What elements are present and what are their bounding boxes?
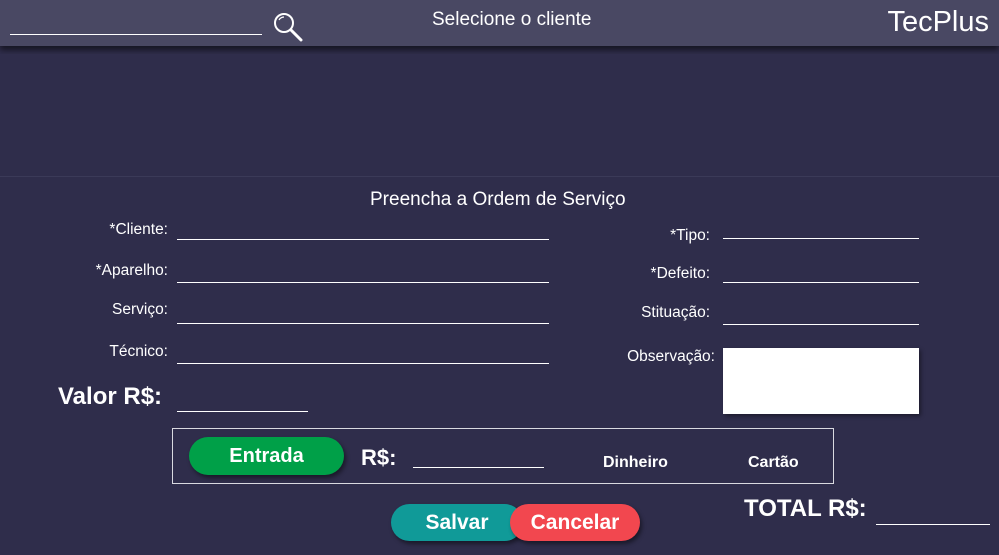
- value-field[interactable]: [177, 411, 308, 412]
- client-search-input[interactable]: [10, 34, 262, 35]
- total-field[interactable]: [876, 524, 990, 525]
- save-button[interactable]: Salvar: [391, 504, 523, 541]
- defect-field[interactable]: [723, 282, 919, 283]
- value-label: Valor R$:: [58, 383, 163, 410]
- cancel-button[interactable]: Cancelar: [510, 504, 640, 541]
- type-field[interactable]: [723, 238, 919, 239]
- observation-field[interactable]: [723, 348, 919, 414]
- defect-label: *Defeito:: [650, 265, 710, 282]
- observation-label: Observação:: [627, 348, 715, 365]
- status-label: Stituação:: [641, 304, 710, 321]
- payment-amount-field[interactable]: [413, 467, 544, 468]
- client-field[interactable]: [177, 239, 549, 240]
- service-field[interactable]: [177, 323, 549, 324]
- device-field[interactable]: [177, 282, 549, 283]
- client-select-title: Selecione o cliente: [432, 9, 592, 30]
- magnifier-icon[interactable]: [270, 10, 304, 42]
- type-label: *Tipo:: [670, 227, 710, 244]
- service-label: Serviço:: [112, 301, 168, 318]
- top-bar: Selecione o cliente TecPlus: [0, 0, 999, 46]
- technician-field[interactable]: [177, 363, 549, 364]
- form-title: Preencha a Ordem de Serviço: [370, 189, 626, 210]
- client-label: *Cliente:: [109, 221, 168, 238]
- device-label: *Aparelho:: [95, 262, 168, 279]
- technician-label: Técnico:: [109, 343, 168, 360]
- total-label: TOTAL R$:: [744, 495, 867, 522]
- brand-logo: TecPlus: [887, 6, 989, 38]
- status-field[interactable]: [723, 324, 919, 325]
- entrada-button[interactable]: Entrada: [189, 437, 344, 475]
- currency-label: R$:: [361, 445, 397, 470]
- cash-option[interactable]: Dinheiro: [603, 454, 668, 472]
- client-list[interactable]: [0, 54, 999, 177]
- card-option[interactable]: Cartão: [748, 454, 799, 472]
